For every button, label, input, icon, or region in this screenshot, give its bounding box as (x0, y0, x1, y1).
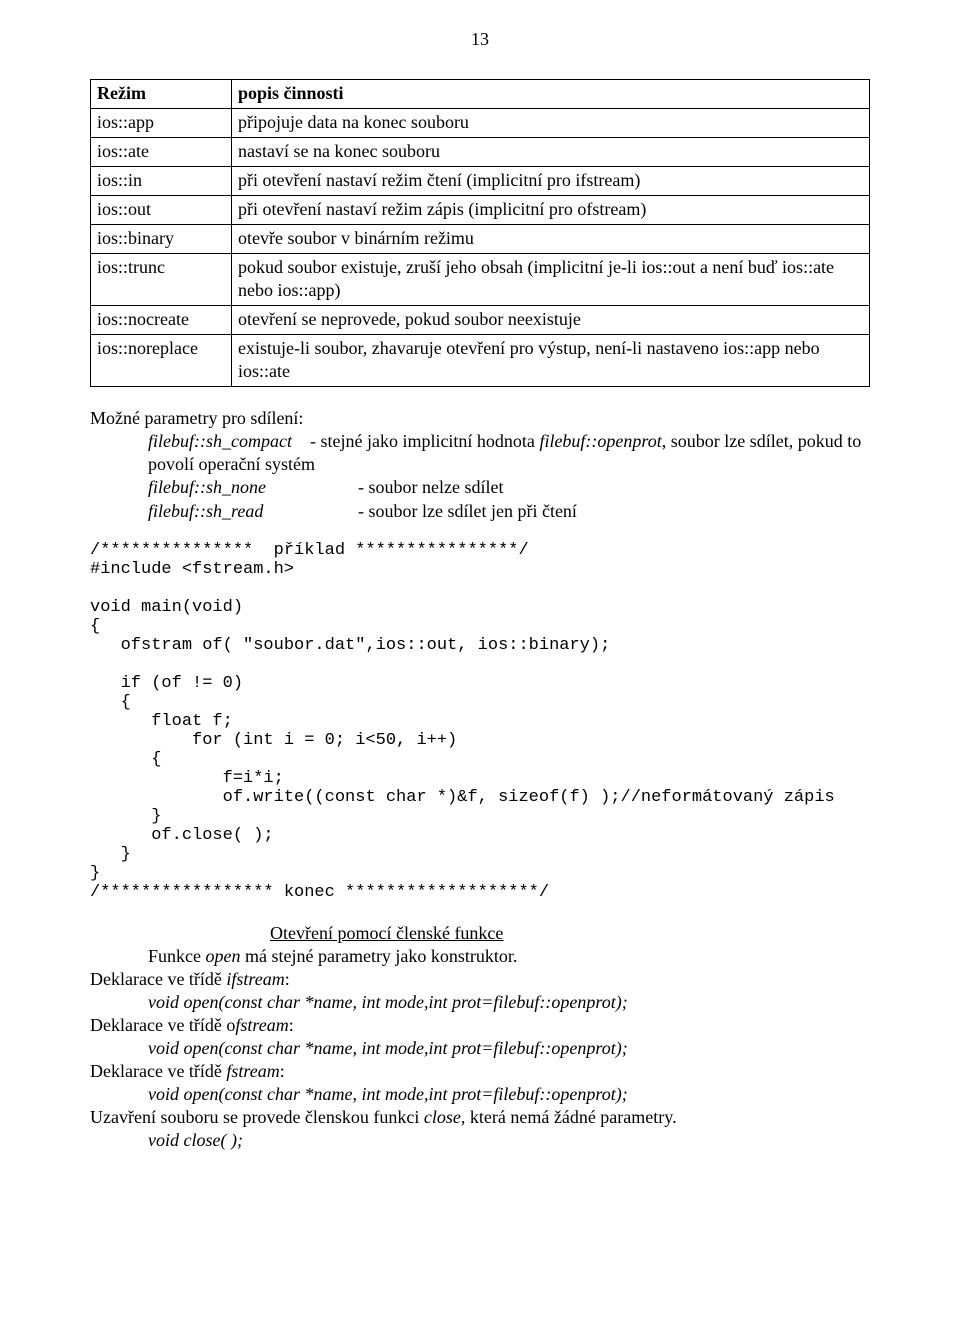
mode-desc: nastaví se na konec souboru (232, 138, 870, 167)
mode-desc: otevře soubor v binárním režimu (232, 225, 870, 254)
table-row: ios::binaryotevře soubor v binárním reži… (91, 225, 870, 254)
text: : (280, 1061, 285, 1081)
table-row: ios::inpři otevření nastaví režim čtení … (91, 167, 870, 196)
param-desc: - soubor lze sdílet jen při čtení (358, 500, 577, 523)
mode-desc: při otevření nastaví režim čtení (implic… (232, 167, 870, 196)
text: : (289, 1015, 294, 1035)
close-line: Uzavření souboru se provede členskou fun… (90, 1106, 870, 1129)
mode-name: ios::out (91, 196, 232, 225)
text-ital: fstream (235, 1015, 288, 1035)
param-label: filebuf::sh_none (148, 476, 358, 499)
open-function-section: Otevření pomocí členské funkce Funkce op… (90, 922, 870, 1152)
text: Deklarace ve třídě o (90, 1015, 235, 1035)
text: má stejné parametry jako konstruktor. (241, 946, 518, 966)
mode-name: ios::binary (91, 225, 232, 254)
mode-name: ios::trunc (91, 254, 232, 306)
open-line1: Funkce open má stejné parametry jako kon… (148, 945, 870, 968)
table-row: ios::nocreateotevření se neprovede, poku… (91, 306, 870, 335)
decl-sig: void open(const char *name, int mode,int… (148, 991, 870, 1014)
table-header-right: popis činnosti (232, 80, 870, 109)
mode-name: ios::ate (91, 138, 232, 167)
text: Deklarace ve třídě (90, 969, 226, 989)
mode-name: ios::in (91, 167, 232, 196)
table-row: ios::noreplaceexistuje-li soubor, zhavar… (91, 335, 870, 387)
share-param-none: filebuf::sh_none - soubor nelze sdílet (148, 476, 870, 499)
mode-name: ios::app (91, 109, 232, 138)
decl-ifstream: Deklarace ve třídě ifstream: (90, 968, 870, 991)
table-row: ios::truncpokud soubor existuje, zruší j… (91, 254, 870, 306)
table-row: ios::atenastaví se na konec souboru (91, 138, 870, 167)
table-row: ios::outpři otevření nastaví režim zápis… (91, 196, 870, 225)
share-params-section: Možné parametry pro sdílení: filebuf::sh… (90, 407, 870, 522)
param-label: filebuf::sh_read (148, 500, 358, 523)
param-text: - stejné jako implicitní hodnota (310, 431, 539, 451)
table-row: ios::apppřipojuje data na konec souboru (91, 109, 870, 138)
mode-desc: pokud soubor existuje, zruší jeho obsah … (232, 254, 870, 306)
page-number: 13 (90, 28, 870, 51)
text: Funkce (148, 946, 206, 966)
text-ital: fstream (226, 1061, 279, 1081)
modes-table: Režim popis činnosti ios::apppřipojuje d… (90, 79, 870, 387)
text: Deklarace ve třídě (90, 1061, 226, 1081)
text: Uzavření souboru se provede členskou fun… (90, 1107, 424, 1127)
close-sig: void close( ); (148, 1129, 870, 1152)
text: : (285, 969, 290, 989)
param-desc: - soubor nelze sdílet (358, 476, 503, 499)
param-text-ital: filebuf::openprot (539, 431, 661, 451)
text-ital: ifstream (226, 969, 284, 989)
text-ital: close (424, 1107, 461, 1127)
text: , která nemá žádné parametry. (461, 1107, 677, 1127)
open-heading: Otevření pomocí členské funkce (270, 922, 870, 945)
mode-desc: otevření se neprovede, pokud soubor neex… (232, 306, 870, 335)
mode-name: ios::nocreate (91, 306, 232, 335)
decl-ofstream: Deklarace ve třídě ofstream: (90, 1014, 870, 1037)
mode-name: ios::noreplace (91, 335, 232, 387)
share-param-compact: filebuf::sh_compact - stejné jako implic… (148, 430, 870, 476)
decl-sig: void open(const char *name, int mode,int… (148, 1083, 870, 1106)
mode-desc: při otevření nastaví režim zápis (implic… (232, 196, 870, 225)
table-header-row: Režim popis činnosti (91, 80, 870, 109)
text-ital: open (206, 946, 241, 966)
param-text (296, 431, 310, 451)
share-params-heading: Možné parametry pro sdílení: (90, 407, 870, 430)
param-label: filebuf::sh_compact (148, 431, 292, 451)
decl-sig: void open(const char *name, int mode,int… (148, 1037, 870, 1060)
code-example: /*************** příklad ***************… (90, 541, 870, 903)
mode-desc: existuje-li soubor, zhavaruje otevření p… (232, 335, 870, 387)
share-param-read: filebuf::sh_read - soubor lze sdílet jen… (148, 500, 870, 523)
table-header-left: Režim (91, 80, 232, 109)
mode-desc: připojuje data na konec souboru (232, 109, 870, 138)
decl-fstream: Deklarace ve třídě fstream: (90, 1060, 870, 1083)
